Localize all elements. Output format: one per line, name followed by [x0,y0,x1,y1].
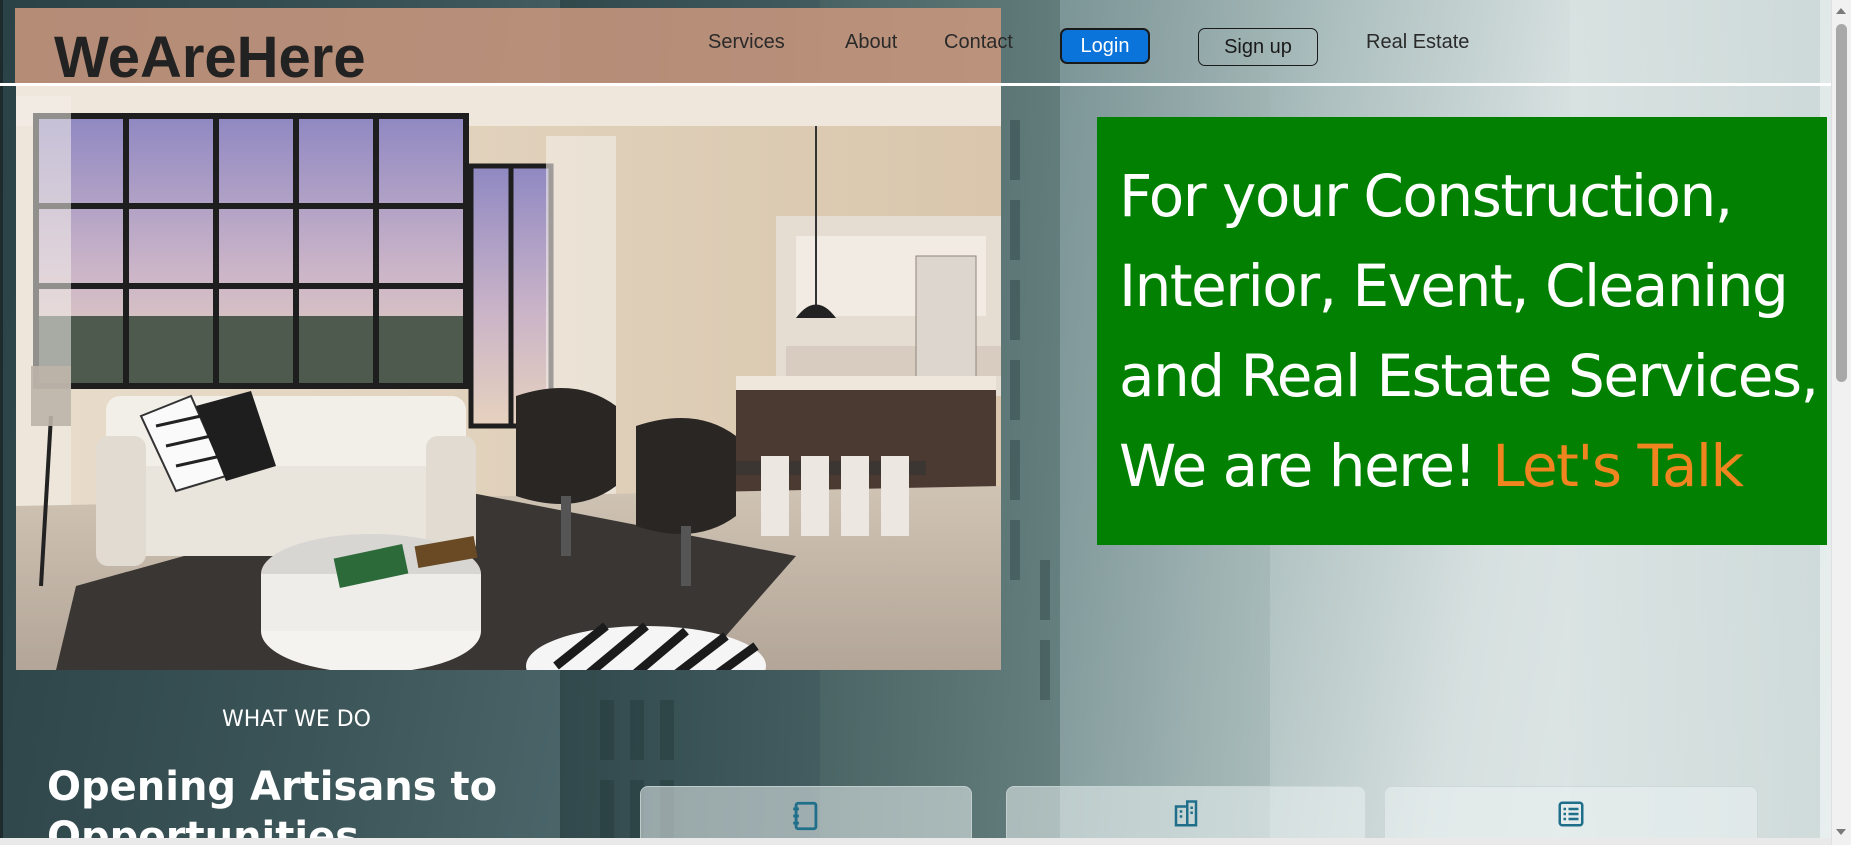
nav-link-about[interactable]: About [845,31,897,54]
scroll-thumb[interactable] [1836,24,1847,382]
notebook-icon [789,799,823,838]
nav-link-services[interactable]: Services [708,31,785,54]
scroll-up-arrow-icon[interactable] [1836,8,1846,14]
signup-button[interactable]: Sign up [1198,28,1318,66]
hero-headline-line: Interior, Event, Cleaning [1119,252,1789,320]
site-logo[interactable]: WeAreHere [54,24,366,91]
list-icon [1556,799,1586,834]
service-card[interactable] [1006,786,1366,845]
section-title: Opening Artisans to Opportunities [47,764,498,845]
scroll-down-arrow-icon[interactable] [1836,829,1846,835]
hero-headline-line: We are here! [1119,432,1493,500]
service-card[interactable] [640,786,972,845]
lets-talk-link[interactable]: Let's Talk [1492,432,1744,500]
vertical-scrollbar[interactable] [1831,0,1851,845]
hero-headline: For your Construction, Interior, Event, … [1119,151,1819,511]
page-bottom-edge [0,838,1832,845]
hero-message-card: For your Construction, Interior, Event, … [1097,117,1827,545]
page-background: WeAreHere Services About Contact Login S… [0,0,1832,845]
hero-headline-line: For your Construction, [1119,162,1733,230]
nav-link-real-estate[interactable]: Real Estate [1366,31,1469,54]
building-icon [1171,799,1201,834]
login-button[interactable]: Login [1060,28,1150,64]
left-edge [0,0,3,845]
hero-headline-line: and Real Estate Services, [1119,342,1819,410]
living-room-illustration [16,86,1001,670]
hero-headline-last-line: We are here! Let's Talk [1119,421,1819,511]
section-eyebrow: WHAT WE DO [222,707,371,732]
hero-interior-photo [16,86,1001,670]
nav-link-contact[interactable]: Contact [944,31,1013,54]
service-card[interactable] [1384,786,1758,845]
